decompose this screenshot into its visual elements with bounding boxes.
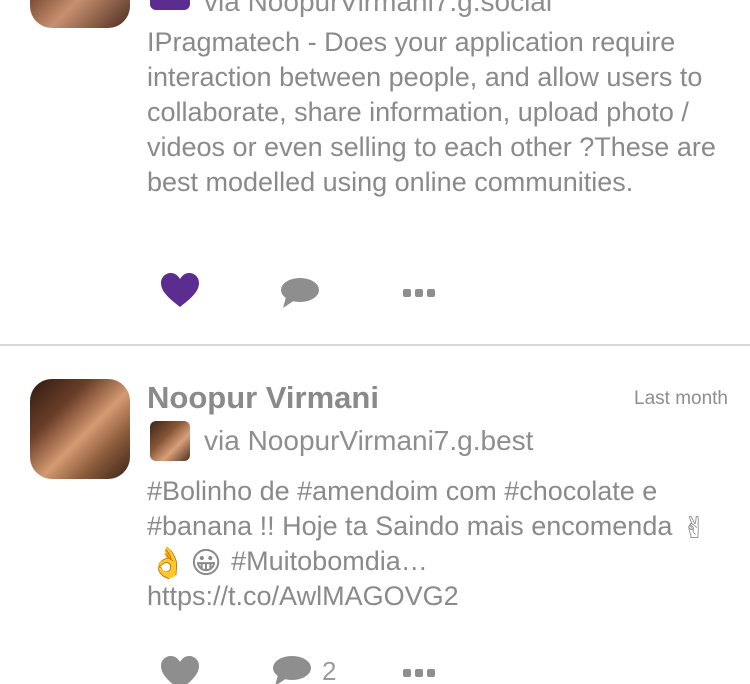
ok-hand-emoji: 👌 xyxy=(149,547,187,580)
post-source[interactable]: via NoopurVirmani7.g.best xyxy=(204,425,533,457)
more-dots-icon xyxy=(403,669,435,677)
post-link[interactable]: https://t.co/AwlMAGOVG2 xyxy=(147,581,459,611)
post-divider xyxy=(0,344,750,346)
victory-hand-emoji: ✌ xyxy=(681,512,708,545)
more-button[interactable] xyxy=(403,668,435,678)
post-text: IPragmatech - Does your application requ… xyxy=(147,27,716,197)
post-text-hashtag[interactable]: #Muitobomdia… xyxy=(224,546,428,576)
comment-button[interactable]: 2 xyxy=(272,655,336,684)
post-text-body: #Bolinho de #amendoim com #chocolate e #… xyxy=(147,476,673,541)
source-app-icon xyxy=(150,0,190,10)
comment-icon xyxy=(273,656,311,684)
feed: via NoopurVirmani7.g.social IPragmatech … xyxy=(0,0,750,684)
avatar[interactable] xyxy=(30,0,130,28)
heart-icon xyxy=(161,273,199,307)
post-text: #Bolinho de #amendoim com #chocolate e #… xyxy=(147,474,742,614)
like-button[interactable] xyxy=(160,655,200,684)
post-source[interactable]: via NoopurVirmani7.g.social xyxy=(204,0,552,18)
comment-count: 2 xyxy=(322,655,337,684)
more-button[interactable] xyxy=(403,288,435,298)
avatar[interactable] xyxy=(30,379,130,479)
like-button[interactable] xyxy=(160,272,200,308)
more-dots-icon xyxy=(403,289,435,297)
comment-icon xyxy=(281,278,319,308)
comment-button[interactable] xyxy=(280,277,320,309)
source-avatar-icon xyxy=(150,421,190,461)
heart-icon xyxy=(161,656,199,684)
post-author[interactable]: Noopur Virmani xyxy=(147,380,379,416)
grinning-face-emoji: 😀 xyxy=(190,547,222,580)
post-timestamp: Last month xyxy=(634,388,728,409)
